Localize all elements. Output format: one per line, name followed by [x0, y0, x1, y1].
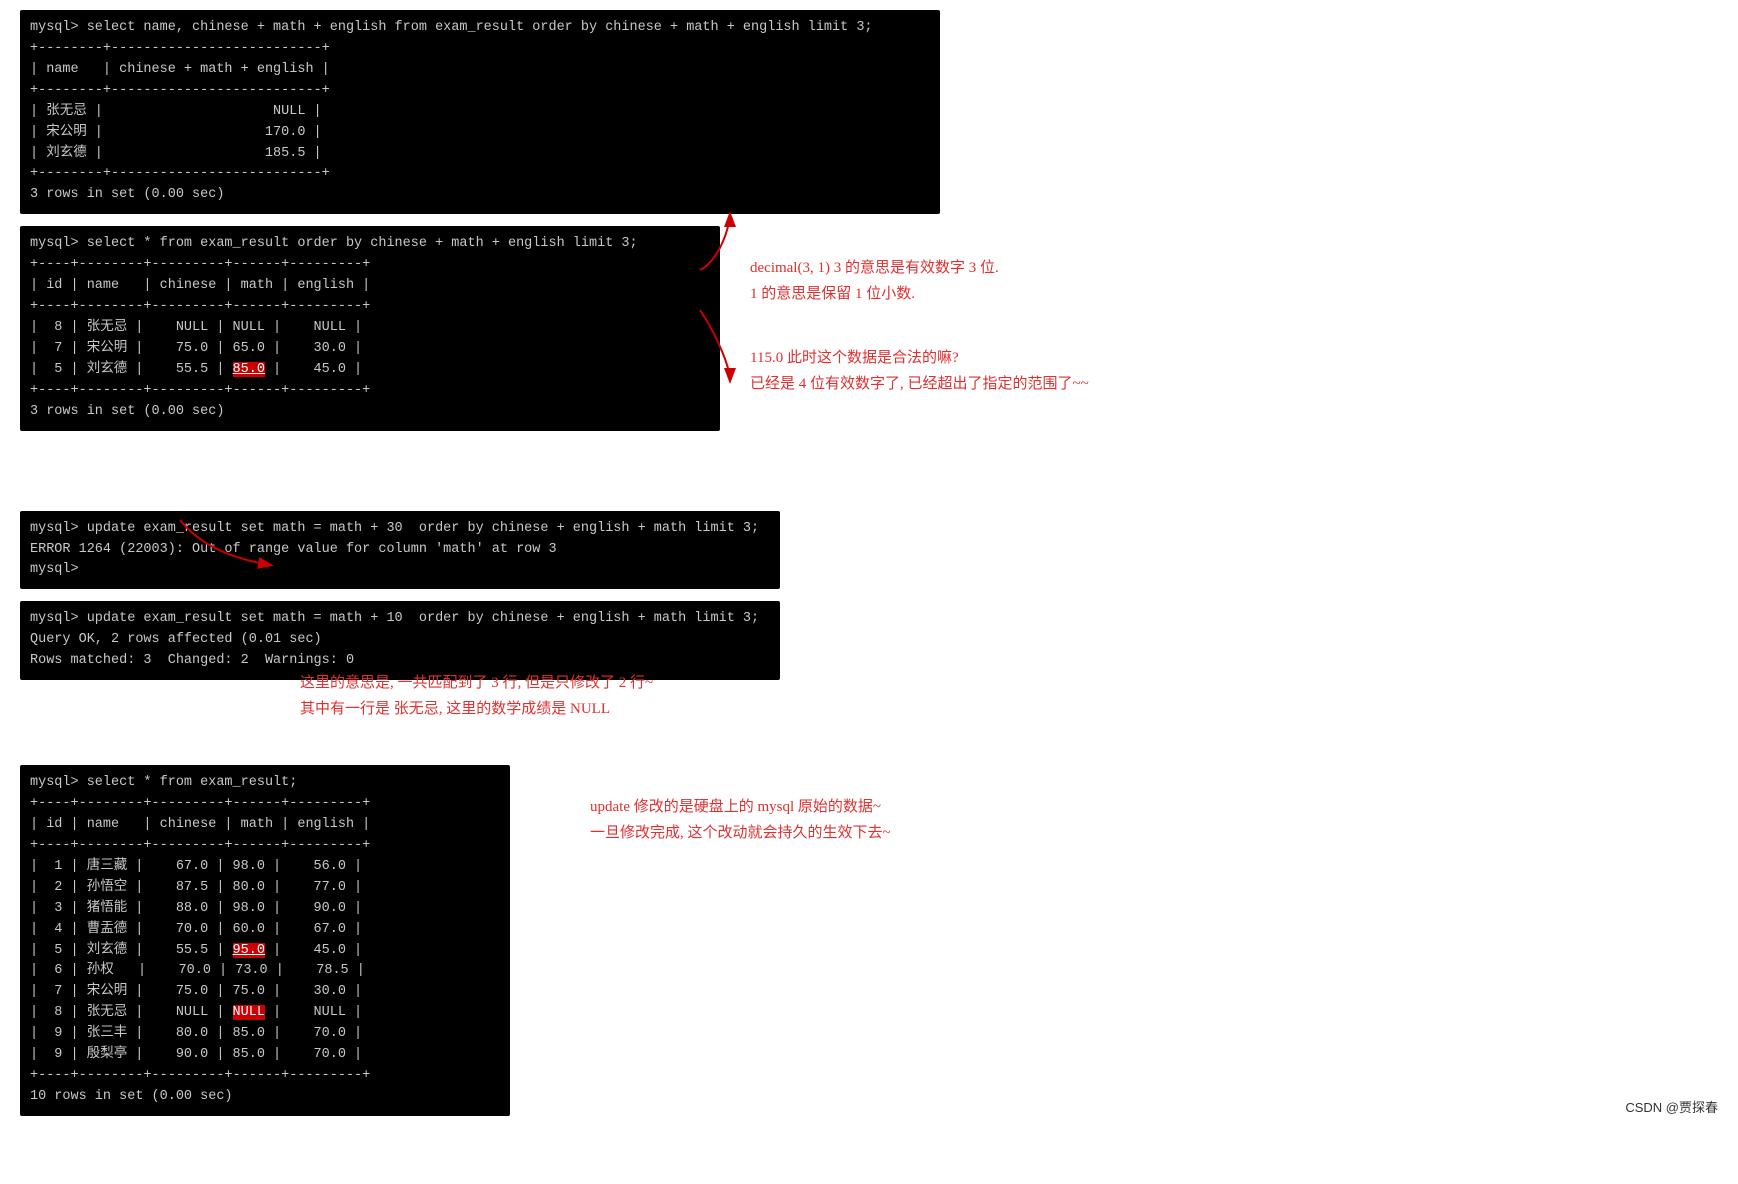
ann4-line2: 一旦修改完成, 这个改动就会持久的生效下去~ [590, 825, 891, 841]
watermark: CSDN @贾探春 [1625, 1097, 1718, 1116]
terminal-1-text: mysql> select name, chinese + math + eng… [30, 20, 873, 202]
terminal-block-1: mysql> select name, chinese + math + eng… [20, 10, 1718, 214]
annotation-2: 115.0 此时这个数据是合法的嘛? 已经是 4 位有效数字了, 已经超出了指定… [750, 346, 1089, 397]
terminal-3: mysql> update exam_result set math = mat… [20, 511, 780, 590]
terminal-4: mysql> update exam_result set math = mat… [20, 601, 780, 680]
ann2-line1: 115.0 此时这个数据是合法的嘛? [750, 350, 959, 366]
annotation-1: decimal(3, 1) 3 的意思是有效数字 3 位. 1 的意思是保留 1… [750, 256, 999, 307]
annotation-4: update 修改的是硬盘上的 mysql 原始的数据~ 一旦修改完成, 这个改… [590, 795, 891, 846]
annotation-3: 这里的意思是, 一共匹配到了 3 行, 但是只修改了 2 行~ 其中有一行是 张… [300, 671, 653, 722]
terminal-2-text: mysql> select * from exam_result order b… [30, 236, 638, 418]
terminal-1: mysql> select name, chinese + math + eng… [20, 10, 940, 214]
ann3-line1: 这里的意思是, 一共匹配到了 3 行, 但是只修改了 2 行~ [300, 675, 653, 691]
ann3-line2: 其中有一行是 张无忌, 这里的数学成绩是 NULL [300, 701, 610, 717]
terminal-5-text: mysql> select * from exam_result; +----+… [30, 775, 370, 1104]
terminal-3-text: mysql> update exam_result set math = mat… [30, 521, 759, 578]
terminal-5: mysql> select * from exam_result; +----+… [20, 765, 510, 1116]
ann1-line1: decimal(3, 1) 3 的意思是有效数字 3 位. [750, 260, 999, 276]
ann4-line1: update 修改的是硬盘上的 mysql 原始的数据~ [590, 799, 881, 815]
terminal-2: mysql> select * from exam_result order b… [20, 226, 720, 430]
ann1-line2: 1 的意思是保留 1 位小数. [750, 286, 915, 302]
terminal-4-text: mysql> update exam_result set math = mat… [30, 611, 759, 668]
terminal-block-3: mysql> update exam_result set math = mat… [20, 511, 1718, 590]
ann2-line2: 已经是 4 位有效数字了, 已经超出了指定的范围了~~ [750, 376, 1089, 392]
